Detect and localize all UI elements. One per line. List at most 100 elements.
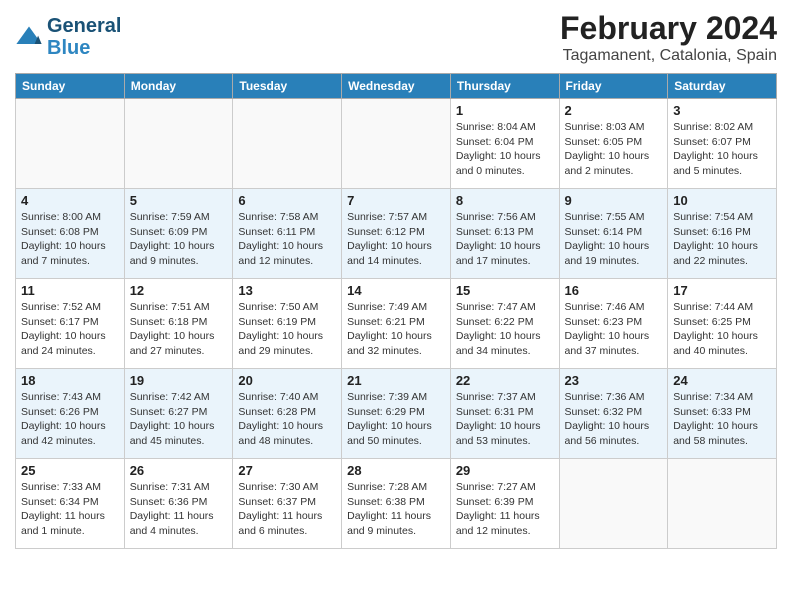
day-info: Sunrise: 7:58 AMSunset: 6:11 PMDaylight:… (238, 210, 336, 269)
calendar-cell: 22Sunrise: 7:37 AMSunset: 6:31 PMDayligh… (450, 369, 559, 459)
logo-text: General Blue (47, 15, 121, 59)
logo: General Blue (15, 15, 121, 59)
day-info: Sunrise: 7:44 AMSunset: 6:25 PMDaylight:… (673, 300, 771, 359)
calendar-cell: 19Sunrise: 7:42 AMSunset: 6:27 PMDayligh… (124, 369, 233, 459)
day-number: 28 (347, 463, 445, 478)
calendar-cell (342, 99, 451, 189)
day-number: 21 (347, 373, 445, 388)
day-info: Sunrise: 7:47 AMSunset: 6:22 PMDaylight:… (456, 300, 554, 359)
logo-icon (15, 23, 43, 51)
day-number: 1 (456, 103, 554, 118)
day-info: Sunrise: 7:27 AMSunset: 6:39 PMDaylight:… (456, 480, 554, 539)
day-number: 23 (565, 373, 663, 388)
calendar-cell: 13 Sunrise: 7:50 AMSunset: 6:19 PMDayligh… (233, 279, 342, 369)
calendar-cell (16, 99, 125, 189)
day-info: Sunrise: 7:40 AMSunset: 6:28 PMDaylight:… (238, 390, 336, 449)
day-number: 14 (347, 283, 445, 298)
day-info: Sunrise: 7:50 AMSunset: 6:19 PMDaylight:… (238, 300, 336, 359)
calendar-cell: 14 Sunrise: 7:49 AMSunset: 6:21 PMDayligh… (342, 279, 451, 369)
day-of-week-header: Thursday (450, 74, 559, 99)
calendar-cell: 6 Sunrise: 7:58 AMSunset: 6:11 PMDaylight… (233, 189, 342, 279)
calendar-cell: 7 Sunrise: 7:57 AMSunset: 6:12 PMDaylight… (342, 189, 451, 279)
calendar-cell: 23 Sunrise: 7:36 AMSunset: 6:32 PMDayligh… (559, 369, 668, 459)
day-number: 29 (456, 463, 554, 478)
calendar-cell (559, 459, 668, 549)
day-info: Sunrise: 7:56 AMSunset: 6:13 PMDaylight:… (456, 210, 554, 269)
calendar-cell: 8 Sunrise: 7:56 AMSunset: 6:13 PMDaylight… (450, 189, 559, 279)
calendar-week-row: 4 Sunrise: 8:00 AMSunset: 6:08 PMDaylight… (16, 189, 777, 279)
day-info: Sunrise: 7:49 AMSunset: 6:21 PMDaylight:… (347, 300, 445, 359)
day-info: Sunrise: 7:36 AMSunset: 6:32 PMDaylight:… (565, 390, 663, 449)
calendar-cell: 29 Sunrise: 7:27 AMSunset: 6:39 PMDayligh… (450, 459, 559, 549)
calendar-cell (668, 459, 777, 549)
day-info: Sunrise: 7:57 AMSunset: 6:12 PMDaylight:… (347, 210, 445, 269)
calendar-body: 1 Sunrise: 8:04 AMSunset: 6:04 PMDaylight… (16, 99, 777, 549)
day-of-week-header: Friday (559, 74, 668, 99)
calendar-cell: 2 Sunrise: 8:03 AMSunset: 6:05 PMDaylight… (559, 99, 668, 189)
calendar-week-row: 11Sunrise: 7:52 AMSunset: 6:17 PMDayligh… (16, 279, 777, 369)
day-info: Sunrise: 8:04 AMSunset: 6:04 PMDaylight:… (456, 120, 554, 179)
day-info: Sunrise: 7:39 AMSunset: 6:29 PMDaylight:… (347, 390, 445, 449)
day-info: Sunrise: 7:31 AMSunset: 6:36 PMDaylight:… (130, 480, 228, 539)
calendar-cell: 20 Sunrise: 7:40 AMSunset: 6:28 PMDayligh… (233, 369, 342, 459)
day-of-week-header: Wednesday (342, 74, 451, 99)
day-number: 12 (130, 283, 228, 298)
calendar-cell: 9Sunrise: 7:55 AMSunset: 6:14 PMDaylight… (559, 189, 668, 279)
calendar-cell: 24 Sunrise: 7:34 AMSunset: 6:33 PMDayligh… (668, 369, 777, 459)
day-of-week-header: Monday (124, 74, 233, 99)
day-number: 6 (238, 193, 336, 208)
calendar-cell: 25 Sunrise: 7:33 AMSunset: 6:34 PMDayligh… (16, 459, 125, 549)
calendar-cell: 27Sunrise: 7:30 AMSunset: 6:37 PMDayligh… (233, 459, 342, 549)
calendar-cell: 3 Sunrise: 8:02 AMSunset: 6:07 PMDaylight… (668, 99, 777, 189)
subtitle: Tagamanent, Catalonia, Spain (560, 47, 777, 65)
day-number: 5 (130, 193, 228, 208)
day-number: 20 (238, 373, 336, 388)
day-info: Sunrise: 7:37 AMSunset: 6:31 PMDaylight:… (456, 390, 554, 449)
day-of-week-header: Saturday (668, 74, 777, 99)
day-number: 17 (673, 283, 771, 298)
day-info: Sunrise: 7:51 AMSunset: 6:18 PMDaylight:… (130, 300, 228, 359)
day-info: Sunrise: 7:52 AMSunset: 6:17 PMDaylight:… (21, 300, 119, 359)
calendar-week-row: 25 Sunrise: 7:33 AMSunset: 6:34 PMDayligh… (16, 459, 777, 549)
day-info: Sunrise: 8:03 AMSunset: 6:05 PMDaylight:… (565, 120, 663, 179)
day-info: Sunrise: 7:54 AMSunset: 6:16 PMDaylight:… (673, 210, 771, 269)
day-number: 3 (673, 103, 771, 118)
day-number: 7 (347, 193, 445, 208)
header: General Blue February 2024 Tagamanent, C… (15, 10, 777, 65)
day-info: Sunrise: 7:34 AMSunset: 6:33 PMDaylight:… (673, 390, 771, 449)
calendar-cell: 18Sunrise: 7:43 AMSunset: 6:26 PMDayligh… (16, 369, 125, 459)
day-number: 10 (673, 193, 771, 208)
day-number: 16 (565, 283, 663, 298)
day-number: 26 (130, 463, 228, 478)
day-number: 2 (565, 103, 663, 118)
day-number: 8 (456, 193, 554, 208)
day-info: Sunrise: 7:46 AMSunset: 6:23 PMDaylight:… (565, 300, 663, 359)
calendar-cell: 17 Sunrise: 7:44 AMSunset: 6:25 PMDayligh… (668, 279, 777, 369)
calendar-cell: 5Sunrise: 7:59 AMSunset: 6:09 PMDaylight… (124, 189, 233, 279)
day-info: Sunrise: 8:00 AMSunset: 6:08 PMDaylight:… (21, 210, 119, 269)
day-info: Sunrise: 7:43 AMSunset: 6:26 PMDaylight:… (21, 390, 119, 449)
calendar-week-row: 18Sunrise: 7:43 AMSunset: 6:26 PMDayligh… (16, 369, 777, 459)
calendar-cell: 10 Sunrise: 7:54 AMSunset: 6:16 PMDayligh… (668, 189, 777, 279)
day-info: Sunrise: 7:30 AMSunset: 6:37 PMDaylight:… (238, 480, 336, 539)
calendar-week-row: 1 Sunrise: 8:04 AMSunset: 6:04 PMDaylight… (16, 99, 777, 189)
day-info: Sunrise: 8:02 AMSunset: 6:07 PMDaylight:… (673, 120, 771, 179)
title-area: February 2024 Tagamanent, Catalonia, Spa… (560, 10, 777, 65)
calendar-cell: 1 Sunrise: 8:04 AMSunset: 6:04 PMDaylight… (450, 99, 559, 189)
main-title: February 2024 (560, 10, 777, 47)
day-of-week-header: Tuesday (233, 74, 342, 99)
day-of-week-header: Sunday (16, 74, 125, 99)
day-number: 25 (21, 463, 119, 478)
day-info: Sunrise: 7:42 AMSunset: 6:27 PMDaylight:… (130, 390, 228, 449)
calendar-cell: 11Sunrise: 7:52 AMSunset: 6:17 PMDayligh… (16, 279, 125, 369)
calendar-cell: 12 Sunrise: 7:51 AMSunset: 6:18 PMDayligh… (124, 279, 233, 369)
calendar-cell: 16 Sunrise: 7:46 AMSunset: 6:23 PMDayligh… (559, 279, 668, 369)
day-number: 4 (21, 193, 119, 208)
calendar-header-row: SundayMondayTuesdayWednesdayThursdayFrid… (16, 74, 777, 99)
day-number: 13 (238, 283, 336, 298)
calendar-cell: 4 Sunrise: 8:00 AMSunset: 6:08 PMDaylight… (16, 189, 125, 279)
day-number: 24 (673, 373, 771, 388)
calendar-table: SundayMondayTuesdayWednesdayThursdayFrid… (15, 73, 777, 549)
day-info: Sunrise: 7:55 AMSunset: 6:14 PMDaylight:… (565, 210, 663, 269)
day-info: Sunrise: 7:33 AMSunset: 6:34 PMDaylight:… (21, 480, 119, 539)
